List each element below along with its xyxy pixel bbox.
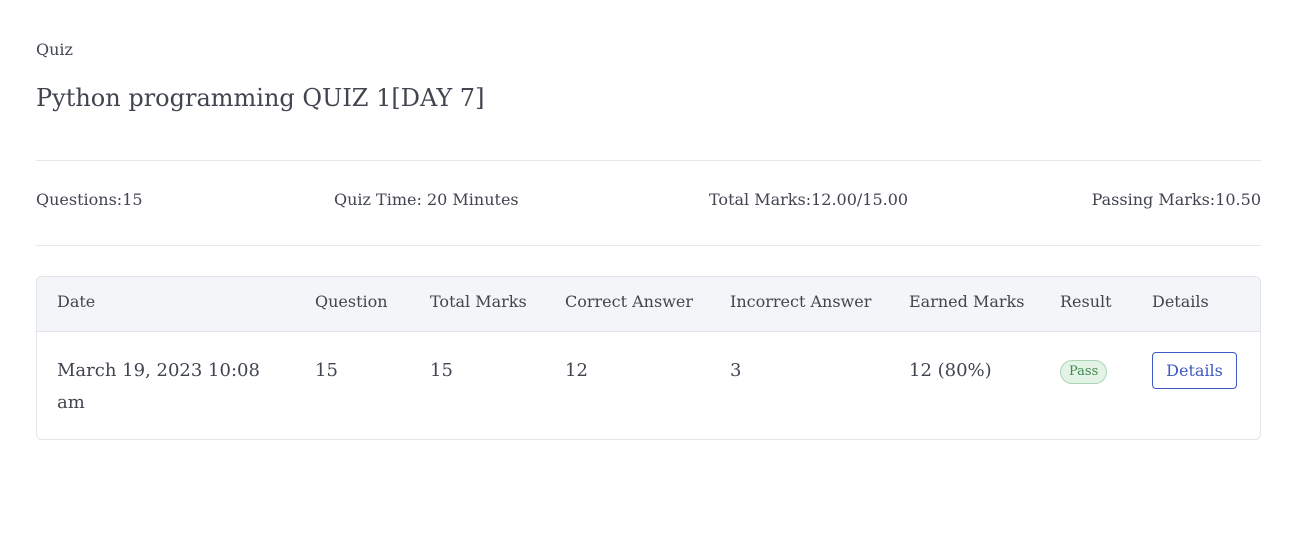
cell-total-marks: 15 [430,360,453,381]
result-pass-badge: Pass [1060,360,1108,384]
attempts-table: Date Question Total Marks Correct Answer… [36,276,1261,440]
meta-total-marks: Total Marks:12.00/15.00 [709,190,909,209]
details-button[interactable]: Details [1152,352,1237,389]
column-header-earned-marks: Earned Marks [909,292,1025,311]
column-header-incorrect-answer: Incorrect Answer [730,292,872,311]
cell-correct-answer: 12 [565,360,588,381]
divider [36,160,1261,161]
column-header-date: Date [57,292,96,311]
cell-question: 15 [315,360,338,381]
column-header-question: Question [315,292,388,311]
divider [36,245,1261,246]
meta-quiz-time: Quiz Time: 20 Minutes [334,190,519,209]
meta-passing-marks: Passing Marks:10.50 [1091,190,1261,209]
column-header-correct-answer: Correct Answer [565,292,693,311]
meta-questions: Questions:15 [36,190,143,209]
column-header-total-marks: Total Marks [430,292,527,311]
cell-incorrect-answer: 3 [730,360,742,381]
column-header-details: Details [1152,292,1209,311]
cell-date: March 19, 2023 10:08 am [57,360,260,413]
table-header: Date Question Total Marks Correct Answer… [37,277,1260,332]
column-header-result: Result [1060,292,1112,311]
quiz-meta-bar: Questions:15 Quiz Time: 20 Minutes Total… [36,190,1261,214]
cell-earned-marks: 12 (80%) [909,360,992,381]
page-kicker: Quiz [36,40,73,59]
page-title: Python programming QUIZ 1[DAY 7] [36,84,485,112]
